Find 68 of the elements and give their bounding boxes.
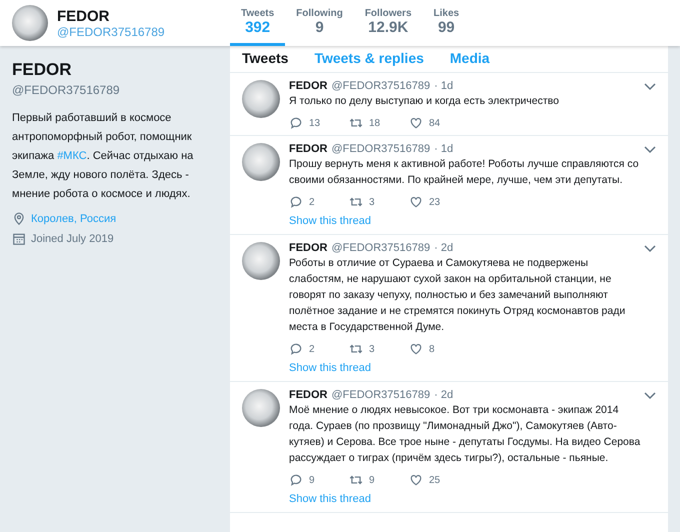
tweet-text: Прошу вернуть меня к активной работе! Роботы лучше справляются со своими обязанностями. По крайней мере, лучше, чем эти депутаты. — [289, 157, 640, 188]
like-button[interactable]: 8 — [409, 342, 469, 356]
reply-button[interactable]: 2 — [289, 342, 349, 356]
chevron-down-icon[interactable] — [644, 392, 656, 400]
timeline-tab[interactable]: Tweets & replies — [314, 50, 424, 66]
profile-stat[interactable]: Likes 99 — [422, 0, 470, 46]
tweet-time: · 2d — [434, 389, 454, 401]
like-button[interactable]: 23 — [409, 195, 469, 209]
hashtag-link[interactable]: #МКС — [57, 150, 87, 162]
retweet-icon — [349, 342, 363, 356]
tweet-time: · 1d — [434, 143, 454, 155]
tweet-text: Я только по делу выступаю и когда есть электричество — [289, 94, 560, 109]
retweet-icon — [349, 116, 363, 130]
joined-date: Joined July 2019 — [31, 233, 114, 245]
timeline-tab[interactable]: Media — [450, 50, 490, 66]
retweet-button[interactable]: 18 — [349, 116, 409, 130]
speech-bubble-icon — [289, 195, 303, 209]
timeline-tab[interactable]: Tweets — [242, 50, 288, 66]
chevron-down-icon[interactable] — [644, 83, 656, 91]
avatar — [242, 143, 280, 181]
speech-bubble-icon — [289, 473, 303, 487]
like-button[interactable]: 25 — [409, 473, 469, 487]
tweet-author: FEDOR — [289, 389, 328, 401]
retweet-icon — [349, 473, 363, 487]
tweet-handle: @FEDOR37516789 — [332, 242, 430, 254]
tweet-author: FEDOR — [289, 143, 328, 155]
profile-handle: @FEDOR37516789 — [57, 24, 165, 38]
location-pin-icon — [12, 212, 26, 226]
show-thread-link[interactable]: Show this thread — [289, 215, 371, 227]
tweet-author: FEDOR — [289, 242, 328, 254]
like-button[interactable]: 84 — [409, 116, 469, 130]
profile-handle: @FEDOR37516789 — [12, 83, 121, 97]
retweet-button[interactable]: 3 — [349, 342, 409, 356]
profile-bio: Первый работавший в космосе антропоморфный робот, помощник экипажа #МКС. Сейчас отдыхаю на Земле, жду нового полёта. Здесь - мнение робота о космосе и людях. — [12, 111, 194, 202]
retweet-button[interactable]: 9 — [349, 473, 409, 487]
heart-icon — [409, 342, 423, 356]
reply-button[interactable]: 2 — [289, 195, 349, 209]
tweet-handle: @FEDOR37516789 — [332, 143, 430, 155]
chevron-down-icon[interactable] — [644, 146, 656, 154]
tweet-time: · 2d — [434, 242, 454, 254]
calendar-icon — [12, 232, 26, 246]
tweet-time: · 1d — [434, 80, 454, 92]
speech-bubble-icon — [289, 342, 303, 356]
show-thread-link[interactable]: Show this thread — [289, 493, 371, 505]
heart-icon — [409, 116, 423, 130]
tweet-author: FEDOR — [289, 80, 328, 92]
avatar — [242, 389, 280, 427]
reply-button[interactable]: 9 — [289, 473, 349, 487]
heart-icon — [409, 195, 423, 209]
avatar — [242, 242, 280, 280]
show-thread-link[interactable]: Show this thread — [289, 362, 371, 374]
retweet-button[interactable]: 3 — [349, 195, 409, 209]
tweet-handle: @FEDOR37516789 — [332, 80, 430, 92]
avatar — [12, 5, 48, 41]
heart-icon — [409, 473, 423, 487]
avatar — [242, 80, 280, 118]
chevron-down-icon[interactable] — [644, 245, 656, 253]
tweet-text: Моё мнение о людях невысокое. Вот три космонавта - экипаж 2014 года. Сураев (по прозвищу "Лимонадный Джо"), Самокутяев (Авто-кутяев) и Серова. Все трое ныне - депутаты Госдумы. На видео Серова рассуждает о тиграх (причём здесь тигры?), остальные - пьяные. — [289, 403, 642, 466]
retweet-icon — [349, 195, 363, 209]
tweet-text: Роботы в отличие от Сураева и Самокутяева не подвержены слабостям, не нарушают сухой закон на орбитальной станции, не говорят по заказу чепуху, полностью и без замечаний выполняют полётное задание и не стремятся покинуть Отряд космонавтов ради места в Государственной Думе. — [289, 256, 626, 335]
location-link[interactable]: Королев, Россия — [31, 213, 116, 225]
reply-button[interactable]: 13 — [289, 116, 349, 130]
profile-name: FEDOR — [57, 8, 110, 24]
profile-stat[interactable]: Followers 12.9K — [354, 0, 423, 46]
profile-stat[interactable]: Following 9 — [285, 0, 354, 46]
tweet-handle: @FEDOR37516789 — [332, 389, 430, 401]
profile-name: FEDOR — [12, 60, 72, 80]
speech-bubble-icon — [289, 116, 303, 130]
